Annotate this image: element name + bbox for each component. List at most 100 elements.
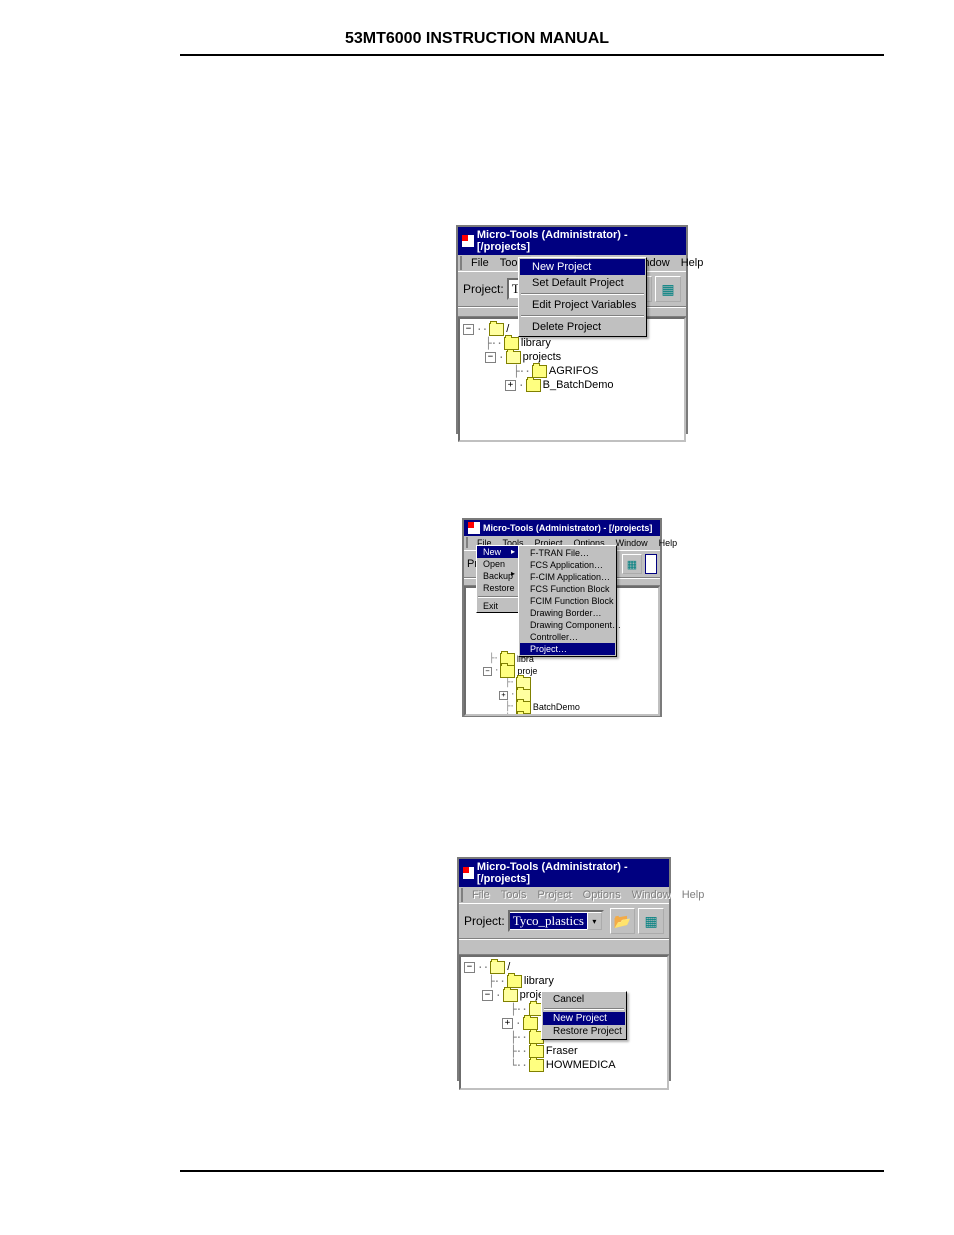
tree-label: projects [523,351,562,363]
chevron-down-icon: ▾ [592,917,596,926]
expand-icon[interactable]: + [499,691,508,700]
tree-item-library[interactable]: ├·· library [463,336,681,350]
window-project-menu: Micro-Tools (Administrator) - [/projects… [456,225,688,434]
collapse-icon[interactable]: − [482,990,493,1001]
tree-view[interactable]: − ·· / ├·· library − · proje ├·· + [459,955,669,1090]
menu-file[interactable]: File [466,256,494,270]
tree-connector: · [494,666,498,676]
menu-set-default-project[interactable]: Set Default Project [520,275,645,291]
submenu-drawing-border[interactable]: Drawing Border… [520,607,615,619]
menu-restore[interactable]: Restore [477,582,519,594]
menu-help[interactable]: Help [676,256,709,270]
tree-item-projects[interactable]: − · projects [463,350,681,364]
menu-file[interactable]: File [467,888,495,902]
submenu-drawing-component[interactable]: Drawing Component… [520,619,615,631]
menu-help[interactable]: Help [654,537,683,549]
menu-open[interactable]: Open▸ [477,558,519,570]
folder-open-icon [490,961,505,974]
expand-icon[interactable]: + [502,1018,513,1029]
tree-connector: ├· [489,654,498,664]
combo-dropdown-button[interactable]: ▾ [587,912,602,930]
expand-icon[interactable]: + [505,380,516,391]
submenu-fcs-app[interactable]: FCS Application… [520,559,615,571]
new-submenu: F-TRAN File… FCS Application… F-CIM Appl… [518,545,617,657]
open-dialog-button[interactable]: 📂 [610,908,636,934]
menu-new[interactable]: New▸ [477,546,519,558]
tree-item[interactable]: − · proje [469,665,655,677]
tree-item-batchdemo[interactable]: + · B_BatchDemo [463,378,681,392]
folder-open-icon: 📂 [614,913,631,930]
menu-backup[interactable]: Backup [477,570,519,582]
tree-item-library[interactable]: ├·· library [464,974,664,988]
menu-exit[interactable]: Exit [477,600,519,612]
folder-icon [526,379,541,392]
window-title: Micro-Tools (Administrator) - [/projects… [477,229,682,253]
mdi-icon[interactable] [460,256,462,270]
grid-button[interactable]: ▦ [638,908,664,934]
submenu-fcs-funcblock[interactable]: FCS Function Block [520,583,615,595]
tree-label: / [506,323,509,335]
tree-item[interactable]: ├· BatchDemo [469,701,655,713]
menu-tools[interactable]: Tools [496,888,532,902]
project-label: Project: [463,282,504,296]
separator-bar [459,939,669,955]
tree-item-agrifos[interactable]: ├·· AGRIFOS [463,364,681,378]
toolbar: Project: Tyco_plastics ▾ 📂 ▦ [459,903,669,939]
menu-help[interactable]: Help [677,888,710,902]
submenu-fcim-app[interactable]: F-CIM Application… [520,571,615,583]
submenu-project[interactable]: Project… [520,643,615,655]
collapse-icon[interactable]: − [464,962,475,973]
grid-button[interactable]: ▦ [655,276,681,302]
tree-connector: ├· [505,714,514,716]
window-title: Micro-Tools (Administrator) - [/projects… [477,861,665,885]
submenu-fcim-funcblock[interactable]: FCIM Function Block [520,595,615,607]
file-dropdown-menu: New▸ Open▸ Backup Restore Exit [476,545,520,613]
mdi-icon[interactable] [461,888,463,902]
menu-edit-project-vars[interactable]: Edit Project Variables [520,297,645,313]
menu-separator [521,293,644,295]
context-restore-project[interactable]: Restore Project [543,1025,625,1038]
titlebar: Micro-Tools (Administrator) - [/projects… [459,859,669,887]
scrollbar[interactable] [645,554,657,574]
tree-item[interactable]: + · [469,689,655,701]
tree-connector: ·· [476,323,487,336]
tree-label: Fraser [546,1045,578,1057]
tree-label: DRAGDROP [533,714,585,716]
tree-label: HOWMEDICA [546,1059,616,1071]
tree-item-howmedica[interactable]: └·· HOWMEDICA [464,1058,664,1072]
footer-rule [180,1170,884,1172]
project-combo[interactable]: Tyco_plastics ▾ [508,910,604,932]
grid-button[interactable]: ▦ [622,554,642,574]
grid-icon: ▦ [661,281,674,298]
tree-label: library [524,975,554,987]
menu-window[interactable]: Window [627,888,676,902]
collapse-icon[interactable]: − [463,324,474,335]
tree-item[interactable]: ├· DRAGDROP [469,713,655,716]
collapse-icon[interactable]: − [485,352,496,363]
menu-separator [521,315,644,317]
menu-new-project[interactable]: New Project [520,259,645,275]
tree-label: library [521,337,551,349]
tree-item-fraser[interactable]: ├·· Fraser [464,1044,664,1058]
tree-item[interactable]: ├· [469,677,655,689]
window-file-new-menu: Micro-Tools (Administrator) - [/projects… [462,518,662,717]
context-cancel[interactable]: Cancel [543,993,625,1006]
menu-delete-project[interactable]: Delete Project [520,319,645,335]
tree-connector: ├·· [510,1031,527,1044]
menu-options[interactable]: Options [578,888,626,902]
tree-connector: · [515,1017,521,1030]
context-new-project[interactable]: New Project [543,1012,625,1025]
menubar: File Tools Project Options Window Help [459,887,669,903]
folder-icon [516,713,531,717]
folder-open-icon [503,989,518,1002]
mdi-icon[interactable] [466,537,468,548]
tree-root[interactable]: − ·· / [464,960,664,974]
app-icon [463,867,474,879]
grid-icon: ▦ [627,558,637,571]
menu-project[interactable]: Project [532,888,576,902]
tree-connector: ·· [477,961,488,974]
submenu-controller[interactable]: Controller… [520,631,615,643]
submenu-ftran[interactable]: F-TRAN File… [520,547,615,559]
collapse-icon[interactable]: − [483,667,492,676]
folder-icon [529,1059,544,1072]
